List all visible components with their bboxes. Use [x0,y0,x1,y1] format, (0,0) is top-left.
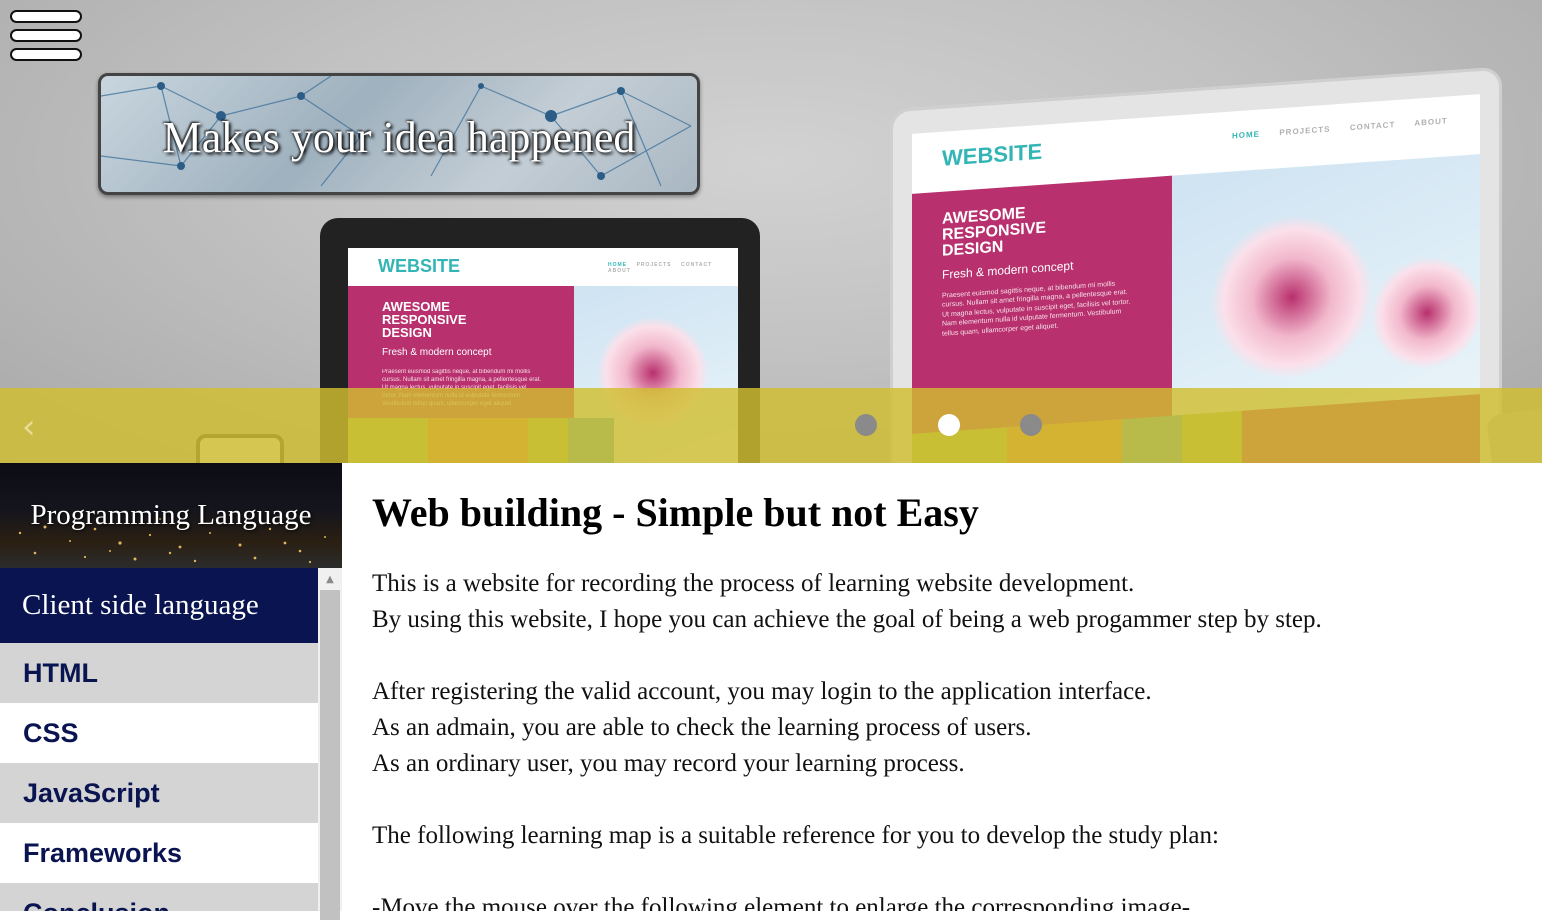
sidebar-title: Programming Language [30,499,312,531]
mockup-nav-item: PROJECTS [1279,124,1331,138]
text-line: As an admain, you are able to check the … [372,714,1032,741]
learning-map-paragraph: The following learning map is a suitable… [372,818,1219,854]
hamburger-icon-line [10,48,82,61]
carousel-dot-1[interactable] [855,414,877,436]
chevron-left-icon[interactable]: ‹ [22,410,36,444]
mockup-logo: WEBSITE [942,138,1043,171]
intro-paragraph: This is a website for recording the proc… [372,566,1322,638]
sidebar-item-frameworks[interactable]: Frameworks [0,823,318,883]
mockup-headline-line: DESIGN [382,325,432,340]
menu-heading-client-side: Client side language [0,568,318,643]
hamburger-menu-button[interactable] [10,10,82,62]
scrollbar-thumb[interactable] [320,590,340,920]
mockup-nav-item: HOME [1232,129,1260,141]
sidebar-item-css[interactable]: CSS [0,703,318,763]
text-line: -Move the mouse over the following eleme… [372,894,1191,911]
sidebar-item-javascript[interactable]: JavaScript [0,763,318,823]
carousel-dot-3[interactable] [1020,414,1042,436]
text-line: After registering the valid account, you… [372,678,1152,705]
mockup-body: Praesent euismod sagittis neque, at bibe… [942,280,1131,338]
main-content: Web building - Simple but not Easy This … [342,463,1542,911]
mockup-nav-item: CONTACT [681,262,713,268]
hover-hint-paragraph: -Move the mouse over the following eleme… [372,890,1190,911]
text-line: By using this website, I hope you can ac… [372,606,1322,633]
text-line: This is a website for recording the proc… [372,570,1135,597]
hero-banner: WEBSITE HOME PROJECTS CONTACT ABOUT AWES… [0,0,1542,463]
mockup-nav: HOME PROJECTS CONTACT ABOUT [608,262,738,274]
mockup-logo: WEBSITE [378,256,461,276]
carousel-control-bar: ‹ [0,388,1542,463]
mockup-nav: HOME PROJECTS CONTACT ABOUT [1232,116,1448,140]
tagline-banner: Makes your idea happened [98,73,700,195]
sidebar: Programming Language Client side languag… [0,463,342,920]
sidebar-header: Programming Language [0,463,342,568]
mockup-nav-item: ABOUT [608,268,631,274]
carousel-dot-2[interactable] [938,414,960,436]
hamburger-icon-line [10,29,82,42]
tagline-text: Makes your idea happened [162,113,636,162]
mockup-nav-item: ABOUT [1414,116,1448,128]
sidebar-menu: Client side language HTML CSS JavaScript… [0,568,318,911]
hamburger-icon-line [10,10,82,23]
sidebar-scrollbar[interactable]: ▲ [318,568,342,920]
page-title: Web building - Simple but not Easy [372,490,979,535]
text-line: As an ordinary user, you may record your… [372,750,965,777]
sidebar-item-html[interactable]: HTML [0,643,318,703]
mockup-nav-item: PROJECTS [636,262,672,268]
text-line: The following learning map is a suitable… [372,822,1219,849]
scroll-up-arrow-icon[interactable]: ▲ [318,568,342,588]
account-paragraph: After registering the valid account, you… [372,674,1152,782]
mockup-nav-item: CONTACT [1349,120,1396,133]
sidebar-item-conclusion[interactable]: Conclusion [0,883,318,911]
mockup-subline: Fresh & modern concept [382,347,492,358]
